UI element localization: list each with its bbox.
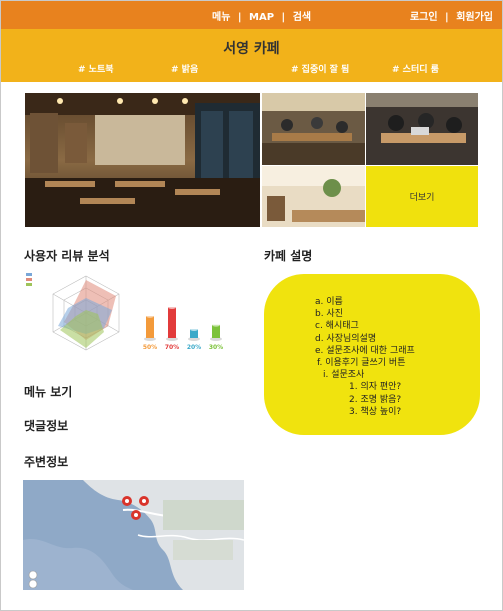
page-title: 서영 카페	[223, 41, 280, 57]
nav-separator: |	[281, 12, 286, 23]
survey-question-desk: 3. 책상 높이?	[349, 406, 402, 417]
bar-value-label-2: 20%	[187, 344, 201, 351]
bar-value-label-1: 70%	[165, 344, 179, 351]
bar-cap-3	[212, 323, 220, 327]
study-photo-1[interactable]	[262, 93, 365, 165]
description-item-survey: i. 설문조사	[323, 370, 365, 381]
nearby-section-title[interactable]: 주변정보	[24, 453, 68, 470]
nav-separator: |	[445, 12, 449, 23]
hashtag-study-room[interactable]: # 스터디 룸	[392, 62, 439, 75]
map-marker-3	[131, 510, 141, 520]
map-zoom-out-icon	[28, 579, 38, 589]
hashtag-notebook[interactable]: # 노트북	[78, 62, 114, 75]
description-item-owner: d. 사장님의설명	[315, 333, 377, 344]
map-zoom-in-icon	[28, 570, 38, 580]
bar-cap-0	[146, 314, 154, 318]
description-list: a. 이름 b. 사진 c. 해시태그 d. 사장님의설명 e. 설문조사에 대…	[315, 296, 415, 418]
bar-value-label-0: 50%	[143, 344, 157, 351]
review-radar-chart	[24, 270, 134, 355]
survey-question-light: 2. 조명 밝음?	[349, 394, 402, 405]
legend-swatch-blue	[26, 273, 32, 276]
nav-map-link[interactable]: MAP	[249, 12, 274, 23]
description-item-review-button: f. 이용후기 글쓰기 버튼	[317, 358, 406, 369]
survey-bar-chart: 50% 70% 20% 30%	[140, 290, 235, 355]
legend-swatch-green	[26, 283, 32, 286]
nav-separator: |	[237, 12, 242, 23]
bar-1	[168, 307, 176, 338]
comments-section-title[interactable]: 댓글정보	[24, 417, 68, 434]
survey-question-chair: 1. 의자 편안?	[349, 382, 402, 393]
bar-0	[146, 316, 154, 338]
bar-3	[212, 324, 220, 338]
nav-menu-link[interactable]: 메뉴	[212, 8, 230, 23]
legend-swatch-red	[26, 278, 32, 281]
bar-cap-2	[190, 327, 198, 331]
login-link[interactable]: 로그인	[410, 12, 438, 23]
signup-link[interactable]: 회원가입	[456, 12, 493, 23]
nav-search-link[interactable]: 검색	[293, 8, 311, 23]
description-item-photo: b. 사진	[315, 309, 343, 320]
map-marker-1	[122, 496, 132, 506]
main-nav: 메뉴 | MAP | 검색	[212, 8, 311, 23]
bar-value-label-3: 30%	[209, 344, 223, 351]
map-marker-2	[139, 496, 149, 506]
hashtag-bright[interactable]: # 밝음	[171, 62, 198, 75]
description-item-hashtag: c. 해시태그	[315, 321, 359, 332]
account-nav: 로그인 | 회원가입	[410, 8, 493, 23]
study-photo-3[interactable]	[262, 166, 365, 227]
description-item-name: a. 이름	[315, 297, 343, 307]
bar-cap-1	[168, 305, 176, 309]
more-photos-button[interactable]: 더보기	[366, 166, 478, 227]
description-item-graph: e. 설문조사에 대한 그래프	[315, 345, 415, 356]
menu-section-title[interactable]: 메뉴 보기	[24, 383, 72, 400]
nearby-map[interactable]	[23, 480, 244, 590]
main-cafe-photo[interactable]	[25, 93, 260, 227]
review-analysis-title: 사용자 리뷰 분석	[24, 249, 110, 263]
study-photo-2[interactable]	[366, 93, 478, 165]
cafe-description-title: 카페 설명	[264, 249, 313, 263]
hashtag-focus[interactable]: # 집중이 잘 됨	[291, 62, 349, 75]
